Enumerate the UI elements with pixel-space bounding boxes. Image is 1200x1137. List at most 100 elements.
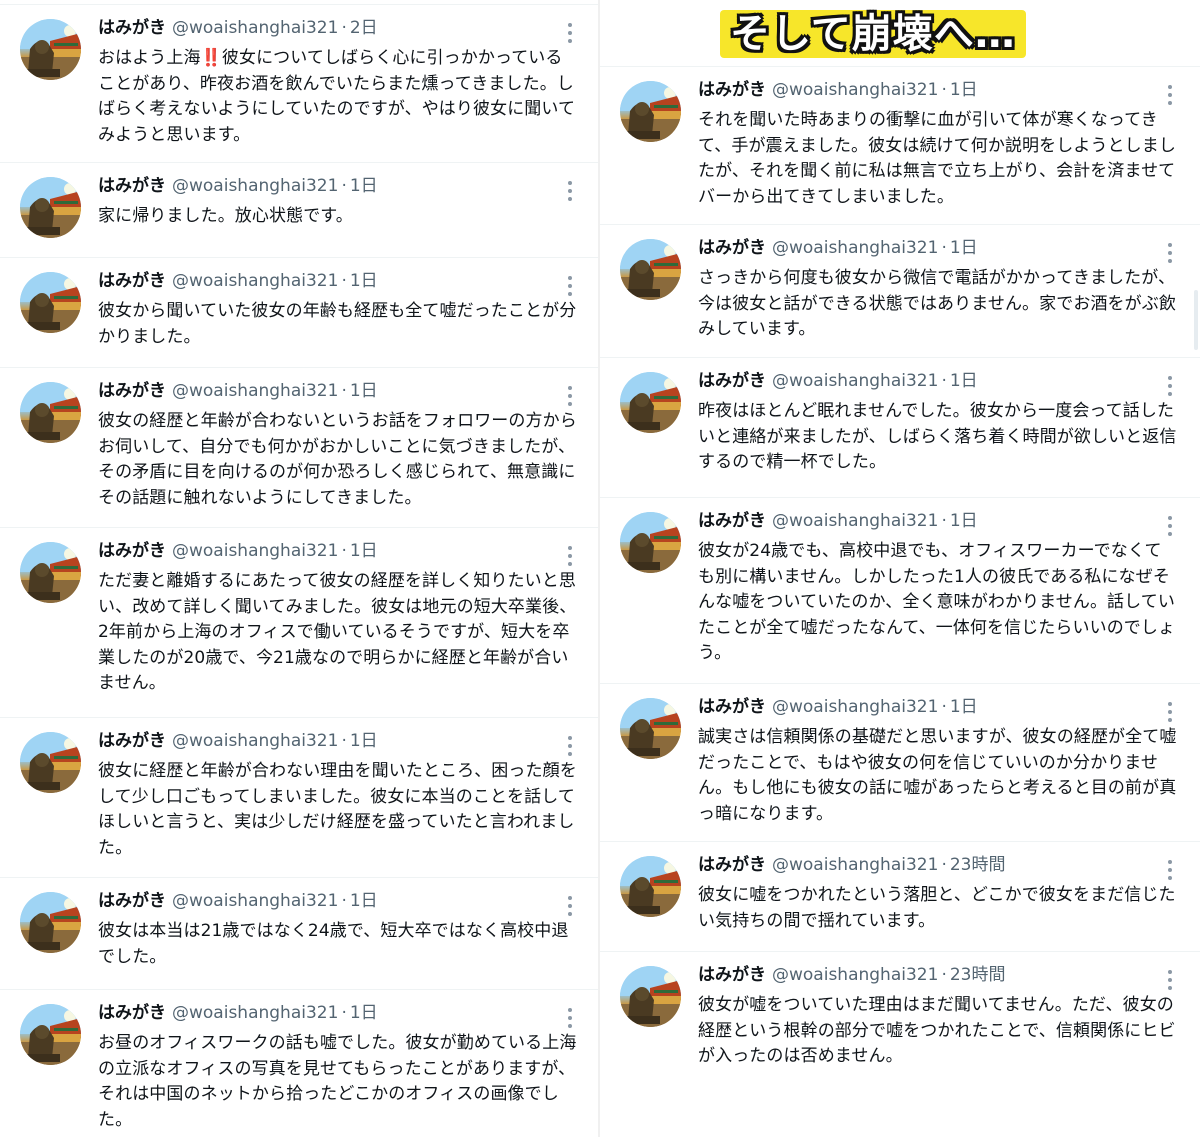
more-options-icon[interactable] bbox=[1168, 702, 1172, 722]
author-name[interactable]: はみがき bbox=[698, 697, 766, 717]
tweet-5[interactable]: はみがき @woaishanghai321 · 1日 ただ妻と離婚するにあたって彼女の… bbox=[0, 527, 600, 718]
tweet-7[interactable]: はみがき @woaishanghai321 · 1日 彼女は本当は21歳ではなく24歳… bbox=[0, 877, 600, 990]
author-name[interactable]: はみがき bbox=[698, 855, 766, 875]
tweet-header: はみがき @woaishanghai321 · 1日 bbox=[698, 370, 978, 392]
avatar[interactable] bbox=[20, 542, 81, 603]
more-options-icon[interactable] bbox=[1168, 860, 1172, 880]
avatar[interactable] bbox=[20, 177, 81, 238]
tweet-time[interactable]: 1日 bbox=[350, 731, 378, 751]
tweet-time[interactable]: 1日 bbox=[350, 891, 378, 911]
tweet-time[interactable]: 1日 bbox=[950, 697, 978, 717]
tweet-time[interactable]: 1日 bbox=[350, 541, 378, 561]
tweet-6[interactable]: はみがき @woaishanghai321 · 23時間 彼女に嘘をつかれたという落胆… bbox=[600, 841, 1200, 952]
author-name[interactable]: はみがき bbox=[698, 511, 766, 531]
author-handle[interactable]: @woaishanghai321 bbox=[772, 855, 938, 875]
avatar[interactable] bbox=[620, 372, 681, 433]
avatar[interactable] bbox=[620, 239, 681, 300]
tweet-4[interactable]: はみがき @woaishanghai321 · 1日 彼女の経歴と年齢が合わないという… bbox=[0, 367, 600, 528]
author-handle[interactable]: @woaishanghai321 bbox=[772, 697, 938, 717]
avatar[interactable] bbox=[20, 272, 81, 333]
scrollbar[interactable] bbox=[1194, 290, 1198, 350]
author-handle[interactable]: @woaishanghai321 bbox=[172, 176, 338, 196]
tweet-text: ただ妻と離婚するにあたって彼女の経歴を詳しく知りたいと思 い、改めて詳しく聞いて… bbox=[98, 571, 577, 693]
avatar[interactable] bbox=[20, 19, 81, 80]
tweet-3[interactable]: はみがき @woaishanghai321 · 1日 昨夜はほとんど眠れませんでした。… bbox=[600, 357, 1200, 498]
tweet-time[interactable]: 1日 bbox=[950, 238, 978, 258]
author-name[interactable]: はみがき bbox=[98, 18, 166, 38]
author-name[interactable]: はみがき bbox=[698, 371, 766, 391]
tweet-time[interactable]: 1日 bbox=[950, 511, 978, 531]
avatar[interactable] bbox=[620, 512, 681, 573]
tweet-time[interactable]: 23時間 bbox=[950, 965, 1006, 985]
more-options-icon[interactable] bbox=[568, 546, 572, 566]
tweet-time[interactable]: 1日 bbox=[950, 80, 978, 100]
avatar[interactable] bbox=[620, 856, 681, 917]
more-options-icon[interactable] bbox=[568, 736, 572, 756]
more-options-icon[interactable] bbox=[1168, 970, 1172, 990]
author-handle[interactable]: @woaishanghai321 bbox=[772, 371, 938, 391]
tweet-time[interactable]: 1日 bbox=[950, 371, 978, 391]
tweet-1[interactable]: はみがき @woaishanghai321 · 2日 おはよう上海‼️彼女についてしば… bbox=[0, 4, 600, 163]
author-name[interactable]: はみがき bbox=[98, 891, 166, 911]
author-handle[interactable]: @woaishanghai321 bbox=[172, 18, 338, 38]
author-handle[interactable]: @woaishanghai321 bbox=[172, 271, 338, 291]
author-name[interactable]: はみがき bbox=[698, 80, 766, 100]
avatar[interactable] bbox=[620, 966, 681, 1027]
tweet-2[interactable]: はみがき @woaishanghai321 · 1日 家に帰りました。放心状態です。 bbox=[0, 162, 600, 258]
tweet-time[interactable]: 1日 bbox=[350, 381, 378, 401]
tweet-time[interactable]: 1日 bbox=[350, 1003, 378, 1023]
tweet-text: それを聞いた時あまりの衝撃に血が引いて体が寒くなってき て、手が震えました。彼女… bbox=[698, 110, 1176, 207]
author-name[interactable]: はみがき bbox=[98, 176, 166, 196]
avatar[interactable] bbox=[20, 892, 81, 953]
author-handle[interactable]: @woaishanghai321 bbox=[772, 80, 938, 100]
author-handle[interactable]: @woaishanghai321 bbox=[172, 891, 338, 911]
avatar[interactable] bbox=[20, 382, 81, 443]
tweet-1[interactable]: はみがき @woaishanghai321 · 1日 それを聞いた時あまりの衝撃に血が… bbox=[600, 66, 1200, 225]
separator-dot: · bbox=[341, 176, 347, 196]
more-options-icon[interactable] bbox=[1168, 376, 1172, 396]
author-name[interactable]: はみがき bbox=[698, 965, 766, 985]
avatar[interactable] bbox=[620, 81, 681, 142]
tweet-time[interactable]: 2日 bbox=[350, 18, 378, 38]
more-options-icon[interactable] bbox=[568, 276, 572, 296]
tweet-text: 彼女の経歴と年齢が合わないというお話をフォロワーの方から お伺いして、自分でも何… bbox=[98, 411, 577, 508]
avatar[interactable] bbox=[620, 698, 681, 759]
tweet-2[interactable]: はみがき @woaishanghai321 · 1日 さっきから何度も彼女から微信で電… bbox=[600, 224, 1200, 358]
tweet-7[interactable]: はみがき @woaishanghai321 · 23時間 彼女が嘘をついていた理由はま… bbox=[600, 951, 1200, 1092]
author-handle[interactable]: @woaishanghai321 bbox=[772, 238, 938, 258]
author-handle[interactable]: @woaishanghai321 bbox=[772, 511, 938, 531]
tweet-8[interactable]: はみがき @woaishanghai321 · 1日 お昼のオフィスワークの話も嘘でし… bbox=[0, 989, 600, 1137]
more-options-icon[interactable] bbox=[1168, 85, 1172, 105]
more-options-icon[interactable] bbox=[568, 1008, 572, 1028]
tweet-time[interactable]: 23時間 bbox=[950, 855, 1006, 875]
more-options-icon[interactable] bbox=[568, 896, 572, 916]
author-handle[interactable]: @woaishanghai321 bbox=[172, 731, 338, 751]
lion-statue-avatar-icon bbox=[620, 81, 681, 142]
avatar[interactable] bbox=[20, 1004, 81, 1065]
tweet-6[interactable]: はみがき @woaishanghai321 · 1日 彼女に経歴と年齢が合わない理由を… bbox=[0, 717, 600, 878]
tweet-time[interactable]: 1日 bbox=[350, 271, 378, 291]
avatar[interactable] bbox=[20, 732, 81, 793]
tweet-time[interactable]: 1日 bbox=[350, 176, 378, 196]
tweet-3[interactable]: はみがき @woaishanghai321 · 1日 彼女から聞いていた彼女の年齢も経… bbox=[0, 257, 600, 368]
more-options-icon[interactable] bbox=[1168, 516, 1172, 536]
author-name[interactable]: はみがき bbox=[98, 731, 166, 751]
more-options-icon[interactable] bbox=[568, 386, 572, 406]
tweet-4[interactable]: はみがき @woaishanghai321 · 1日 彼女が24歳でも、高校中退でも、… bbox=[600, 497, 1200, 684]
more-options-icon[interactable] bbox=[568, 23, 572, 43]
author-handle[interactable]: @woaishanghai321 bbox=[772, 965, 938, 985]
author-name[interactable]: はみがき bbox=[98, 541, 166, 561]
author-name[interactable]: はみがき bbox=[98, 1003, 166, 1023]
author-name[interactable]: はみがき bbox=[98, 381, 166, 401]
more-options-icon[interactable] bbox=[1168, 243, 1172, 263]
author-name[interactable]: はみがき bbox=[698, 238, 766, 258]
tweet-header: はみがき @woaishanghai321 · 23時間 bbox=[698, 964, 1005, 986]
author-handle[interactable]: @woaishanghai321 bbox=[172, 1003, 338, 1023]
author-handle[interactable]: @woaishanghai321 bbox=[172, 541, 338, 561]
tweet-5[interactable]: はみがき @woaishanghai321 · 1日 誠実さは信頼関係の基礎だと思いま… bbox=[600, 683, 1200, 842]
author-handle[interactable]: @woaishanghai321 bbox=[172, 381, 338, 401]
more-options-icon[interactable] bbox=[568, 181, 572, 201]
author-name[interactable]: はみがき bbox=[98, 271, 166, 291]
tweet-text: お昼のオフィスワークの話も嘘でした。彼女が勤めている上海 の立派なオフィスの写真… bbox=[98, 1033, 577, 1130]
tweet-text: 彼女が嘘をついていた理由はまだ聞いてません。ただ、彼女の 経歴という根幹の部分で… bbox=[698, 995, 1176, 1066]
